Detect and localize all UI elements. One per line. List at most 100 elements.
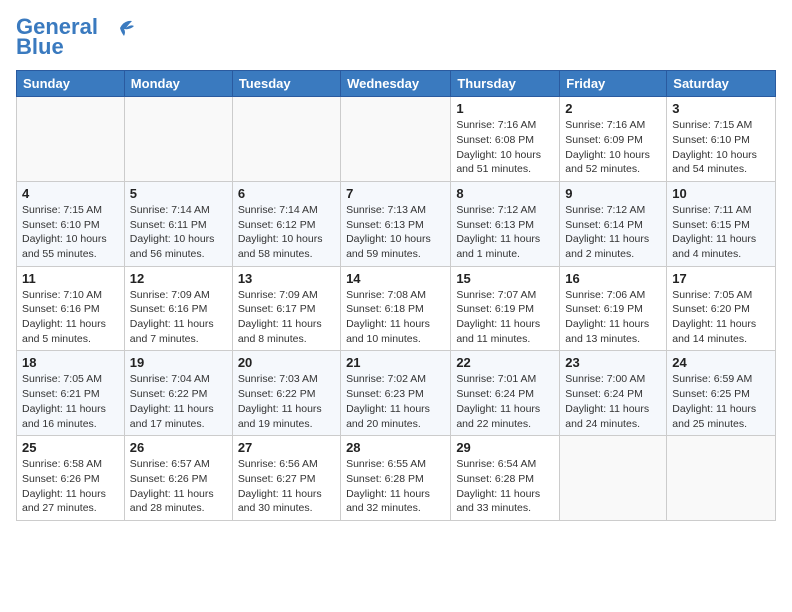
calendar-cell: 4 Sunrise: 7:15 AMSunset: 6:10 PMDaylight… — [17, 181, 125, 266]
day-number: 16 — [565, 271, 661, 286]
calendar-cell: 20 Sunrise: 7:03 AMSunset: 6:22 PMDayligh… — [232, 351, 340, 436]
day-number: 26 — [130, 440, 227, 455]
day-number: 19 — [130, 355, 227, 370]
day-info: Sunrise: 7:12 AMSunset: 6:14 PMDaylight:… — [565, 203, 661, 262]
day-info: Sunrise: 7:16 AMSunset: 6:08 PMDaylight:… — [456, 118, 554, 177]
day-number: 24 — [672, 355, 770, 370]
day-info: Sunrise: 7:14 AMSunset: 6:12 PMDaylight:… — [238, 203, 335, 262]
calendar-cell: 2Sunrise: 7:16 AMSunset: 6:09 PMDaylight… — [560, 97, 667, 182]
day-info: Sunrise: 7:12 AMSunset: 6:13 PMDaylight:… — [456, 203, 554, 262]
day-info: Sunrise: 7:13 AMSunset: 6:13 PMDaylight:… — [346, 203, 445, 262]
calendar-cell: 29 Sunrise: 6:54 AMSunset: 6:28 PMDayligh… — [451, 436, 560, 521]
calendar-cell: 24 Sunrise: 6:59 AMSunset: 6:25 PMDayligh… — [667, 351, 776, 436]
day-info: Sunrise: 7:10 AMSunset: 6:16 PMDaylight:… — [22, 288, 119, 347]
logo-bird-icon — [106, 18, 134, 38]
weekday-header-friday: Friday — [560, 71, 667, 97]
day-info: Sunrise: 7:14 AMSunset: 6:11 PMDaylight:… — [130, 203, 227, 262]
calendar-cell: 13 Sunrise: 7:09 AMSunset: 6:17 PMDayligh… — [232, 266, 340, 351]
calendar-cell — [232, 97, 340, 182]
day-number: 25 — [22, 440, 119, 455]
day-info: Sunrise: 6:58 AMSunset: 6:26 PMDaylight:… — [22, 457, 119, 516]
day-number: 20 — [238, 355, 335, 370]
day-number: 17 — [672, 271, 770, 286]
day-info: Sunrise: 7:07 AMSunset: 6:19 PMDaylight:… — [456, 288, 554, 347]
day-number: 29 — [456, 440, 554, 455]
calendar-cell — [560, 436, 667, 521]
logo-subtext: Blue — [16, 34, 64, 60]
calendar-cell: 25 Sunrise: 6:58 AMSunset: 6:26 PMDayligh… — [17, 436, 125, 521]
calendar-cell: 21 Sunrise: 7:02 AMSunset: 6:23 PMDayligh… — [341, 351, 451, 436]
day-info: Sunrise: 6:55 AMSunset: 6:28 PMDaylight:… — [346, 457, 445, 516]
calendar-cell: 6 Sunrise: 7:14 AMSunset: 6:12 PMDaylight… — [232, 181, 340, 266]
calendar-cell: 11 Sunrise: 7:10 AMSunset: 6:16 PMDayligh… — [17, 266, 125, 351]
calendar-cell: 19 Sunrise: 7:04 AMSunset: 6:22 PMDayligh… — [124, 351, 232, 436]
day-info: Sunrise: 7:09 AMSunset: 6:17 PMDaylight:… — [238, 288, 335, 347]
calendar-table: SundayMondayTuesdayWednesdayThursdayFrid… — [16, 70, 776, 521]
logo: General Blue — [16, 16, 134, 60]
calendar-cell — [341, 97, 451, 182]
day-info: Sunrise: 7:15 AMSunset: 6:10 PMDaylight:… — [672, 118, 770, 177]
day-info: Sunrise: 7:05 AMSunset: 6:21 PMDaylight:… — [22, 372, 119, 431]
calendar-cell — [17, 97, 125, 182]
weekday-header-wednesday: Wednesday — [341, 71, 451, 97]
calendar-cell: 17 Sunrise: 7:05 AMSunset: 6:20 PMDayligh… — [667, 266, 776, 351]
day-number: 2 — [565, 101, 661, 116]
calendar-cell: 3 Sunrise: 7:15 AMSunset: 6:10 PMDaylight… — [667, 97, 776, 182]
day-number: 27 — [238, 440, 335, 455]
day-info: Sunrise: 6:56 AMSunset: 6:27 PMDaylight:… — [238, 457, 335, 516]
calendar-cell: 18 Sunrise: 7:05 AMSunset: 6:21 PMDayligh… — [17, 351, 125, 436]
weekday-header-monday: Monday — [124, 71, 232, 97]
day-info: Sunrise: 7:00 AMSunset: 6:24 PMDaylight:… — [565, 372, 661, 431]
day-info: Sunrise: 7:05 AMSunset: 6:20 PMDaylight:… — [672, 288, 770, 347]
day-info: Sunrise: 7:09 AMSunset: 6:16 PMDaylight:… — [130, 288, 227, 347]
day-number: 28 — [346, 440, 445, 455]
day-info: Sunrise: 6:59 AMSunset: 6:25 PMDaylight:… — [672, 372, 770, 431]
day-info: Sunrise: 7:03 AMSunset: 6:22 PMDaylight:… — [238, 372, 335, 431]
calendar-cell: 22 Sunrise: 7:01 AMSunset: 6:24 PMDayligh… — [451, 351, 560, 436]
day-number: 6 — [238, 186, 335, 201]
day-info: Sunrise: 6:54 AMSunset: 6:28 PMDaylight:… — [456, 457, 554, 516]
day-info: Sunrise: 7:02 AMSunset: 6:23 PMDaylight:… — [346, 372, 445, 431]
day-info: Sunrise: 7:01 AMSunset: 6:24 PMDaylight:… — [456, 372, 554, 431]
day-number: 1 — [456, 101, 554, 116]
day-number: 21 — [346, 355, 445, 370]
calendar-cell: 1 Sunrise: 7:16 AMSunset: 6:08 PMDaylight… — [451, 97, 560, 182]
day-number: 22 — [456, 355, 554, 370]
calendar-cell: 28 Sunrise: 6:55 AMSunset: 6:28 PMDayligh… — [341, 436, 451, 521]
day-number: 11 — [22, 271, 119, 286]
calendar-cell: 8 Sunrise: 7:12 AMSunset: 6:13 PMDaylight… — [451, 181, 560, 266]
day-number: 10 — [672, 186, 770, 201]
day-number: 8 — [456, 186, 554, 201]
calendar-cell — [124, 97, 232, 182]
calendar-cell: 23 Sunrise: 7:00 AMSunset: 6:24 PMDayligh… — [560, 351, 667, 436]
calendar-cell: 10 Sunrise: 7:11 AMSunset: 6:15 PMDayligh… — [667, 181, 776, 266]
calendar-cell: 12 Sunrise: 7:09 AMSunset: 6:16 PMDayligh… — [124, 266, 232, 351]
weekday-header-tuesday: Tuesday — [232, 71, 340, 97]
day-number: 4 — [22, 186, 119, 201]
day-number: 3 — [672, 101, 770, 116]
weekday-header-saturday: Saturday — [667, 71, 776, 97]
calendar-cell: 26Sunrise: 6:57 AMSunset: 6:26 PMDayligh… — [124, 436, 232, 521]
day-number: 12 — [130, 271, 227, 286]
day-info: Sunrise: 7:04 AMSunset: 6:22 PMDaylight:… — [130, 372, 227, 431]
day-number: 14 — [346, 271, 445, 286]
day-info: Sunrise: 7:08 AMSunset: 6:18 PMDaylight:… — [346, 288, 445, 347]
calendar-cell: 14 Sunrise: 7:08 AMSunset: 6:18 PMDayligh… — [341, 266, 451, 351]
weekday-header-sunday: Sunday — [17, 71, 125, 97]
day-number: 9 — [565, 186, 661, 201]
day-number: 13 — [238, 271, 335, 286]
day-info: Sunrise: 7:06 AMSunset: 6:19 PMDaylight:… — [565, 288, 661, 347]
day-info: Sunrise: 7:15 AMSunset: 6:10 PMDaylight:… — [22, 203, 119, 262]
calendar-cell: 7 Sunrise: 7:13 AMSunset: 6:13 PMDaylight… — [341, 181, 451, 266]
calendar-cell: 16 Sunrise: 7:06 AMSunset: 6:19 PMDayligh… — [560, 266, 667, 351]
day-number: 18 — [22, 355, 119, 370]
day-info: Sunrise: 7:11 AMSunset: 6:15 PMDaylight:… — [672, 203, 770, 262]
day-number: 23 — [565, 355, 661, 370]
page-header: General Blue — [16, 16, 776, 60]
weekday-header-thursday: Thursday — [451, 71, 560, 97]
calendar-cell: 9 Sunrise: 7:12 AMSunset: 6:14 PMDaylight… — [560, 181, 667, 266]
day-number: 15 — [456, 271, 554, 286]
calendar-cell: 5 Sunrise: 7:14 AMSunset: 6:11 PMDaylight… — [124, 181, 232, 266]
day-number: 5 — [130, 186, 227, 201]
day-number: 7 — [346, 186, 445, 201]
